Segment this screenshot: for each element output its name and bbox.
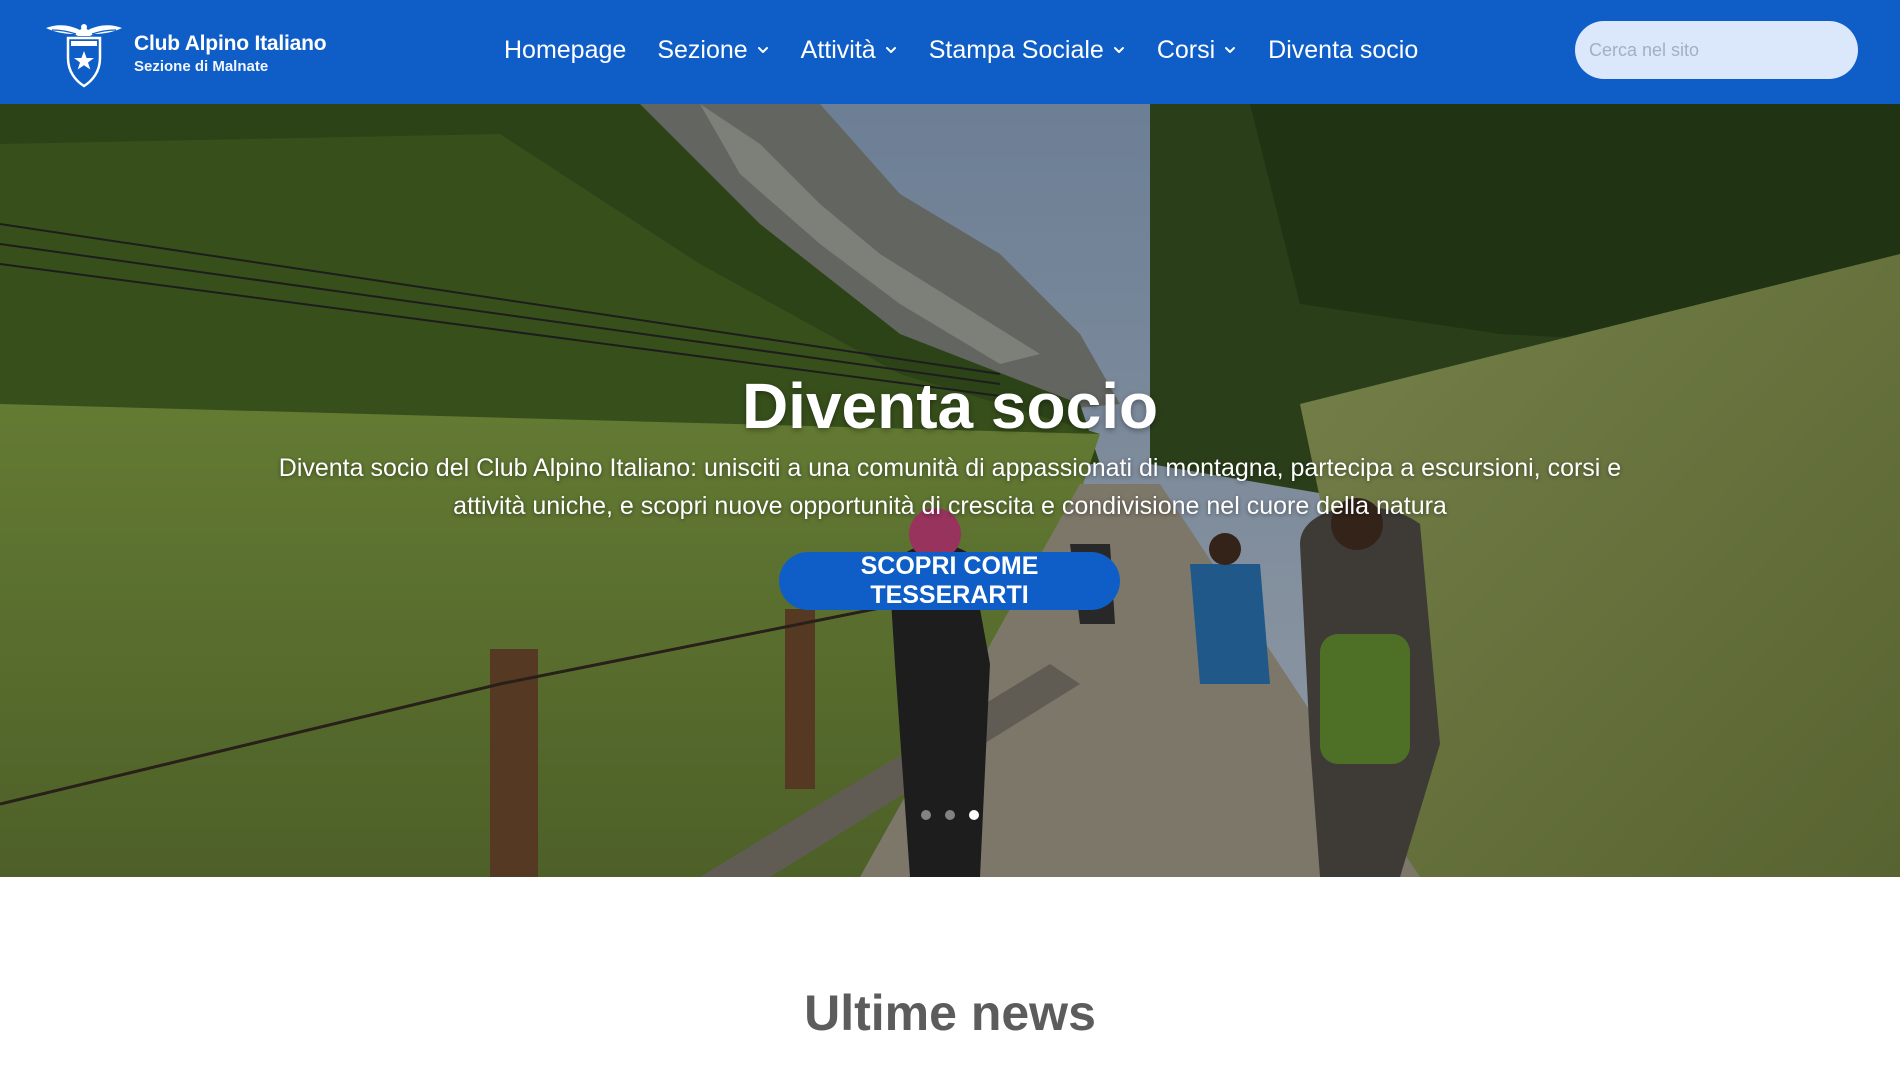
slider-dot-2[interactable] bbox=[945, 810, 955, 820]
hero-title: Diventa socio bbox=[741, 370, 1159, 442]
chevron-down-icon bbox=[885, 47, 896, 53]
nav-item-homepage[interactable]: Homepage bbox=[504, 36, 626, 65]
main-nav: Homepage Sezione Attività Stampa Sociale… bbox=[504, 0, 1418, 100]
nav-item-label: Corsi bbox=[1156, 35, 1216, 64]
nav-item-label: Sezione bbox=[657, 35, 748, 64]
chevron-down-icon bbox=[757, 47, 768, 53]
nav-item-sezione[interactable]: Sezione bbox=[657, 36, 769, 65]
hero-slider: Diventa socio Diventa socio del Club Alp… bbox=[0, 104, 1900, 877]
nav-item-label: Homepage bbox=[504, 35, 627, 64]
nav-item-attivita[interactable]: Attività bbox=[801, 36, 898, 65]
chevron-down-icon bbox=[1113, 47, 1124, 53]
nav-item-diventa-socio[interactable]: Diventa socio bbox=[1268, 36, 1418, 65]
section-title-news: Ultime news bbox=[804, 985, 1096, 1041]
hero-description: Diventa socio del Club Alpino Italiano: … bbox=[278, 454, 1622, 520]
chevron-down-icon bbox=[1225, 47, 1236, 53]
hero-content: Diventa socio Diventa socio del Club Alp… bbox=[0, 104, 1900, 877]
slider-dot-1[interactable] bbox=[921, 810, 931, 820]
nav-item-label: Attività bbox=[800, 35, 876, 64]
slider-dots bbox=[0, 810, 1900, 820]
nav-item-stampa-sociale[interactable]: Stampa Sociale bbox=[929, 36, 1126, 65]
nav-item-corsi[interactable]: Corsi bbox=[1157, 36, 1237, 65]
site-logo[interactable]: Club Alpino Italiano Sezione di Malnate bbox=[42, 20, 327, 88]
logo-subtitle: Sezione di Malnate bbox=[134, 58, 269, 75]
logo-title: Club Alpino Italiano bbox=[134, 32, 327, 55]
nav-item-label: Diventa socio bbox=[1268, 35, 1419, 64]
search-input[interactable] bbox=[1575, 21, 1858, 79]
hero-cta-button[interactable]: SCOPRI COME TESSERARTI bbox=[779, 552, 1120, 610]
site-header: Club Alpino Italiano Sezione di Malnate … bbox=[0, 0, 1900, 104]
cai-emblem-icon bbox=[46, 24, 122, 88]
nav-item-label: Stampa Sociale bbox=[928, 35, 1104, 64]
slider-dot-3[interactable] bbox=[969, 810, 979, 820]
